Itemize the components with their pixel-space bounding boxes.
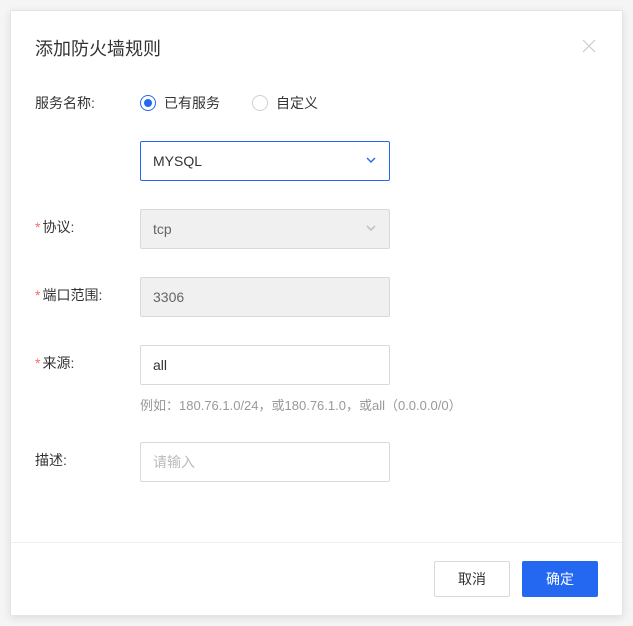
label-empty bbox=[35, 141, 140, 149]
modal-title: 添加防火墙规则 bbox=[35, 35, 161, 61]
row-protocol: 协议: tcp bbox=[35, 209, 598, 249]
description-input-wrapper[interactable] bbox=[140, 442, 390, 482]
radio-label-custom: 自定义 bbox=[276, 93, 318, 113]
radio-circle-checked bbox=[140, 95, 156, 111]
radio-custom-service[interactable]: 自定义 bbox=[252, 93, 318, 113]
protocol-select-value: tcp bbox=[153, 221, 172, 237]
radio-existing-service[interactable]: 已有服务 bbox=[140, 93, 220, 113]
chevron-down-icon bbox=[365, 153, 377, 169]
label-service-name: 服务名称: bbox=[35, 85, 140, 113]
service-type-radio-group: 已有服务 自定义 bbox=[140, 85, 598, 113]
row-source: 来源: bbox=[35, 345, 598, 385]
close-icon bbox=[582, 39, 596, 53]
label-port-range: 端口范围: bbox=[35, 277, 140, 305]
modal-header: 添加防火墙规则 bbox=[11, 11, 622, 61]
chevron-down-icon bbox=[365, 221, 377, 237]
cancel-button[interactable]: 取消 bbox=[434, 561, 510, 597]
row-service-select: MYSQL bbox=[35, 141, 598, 181]
protocol-select: tcp bbox=[140, 209, 390, 249]
port-range-input-wrapper bbox=[140, 277, 390, 317]
label-source: 来源: bbox=[35, 345, 140, 373]
confirm-button[interactable]: 确定 bbox=[522, 561, 598, 597]
source-input-wrapper[interactable] bbox=[140, 345, 390, 385]
radio-circle-unchecked bbox=[252, 95, 268, 111]
row-source-hint: 例如：180.76.1.0/24，或180.76.1.0，或all（0.0.0.… bbox=[35, 395, 598, 414]
row-port-range: 端口范围: bbox=[35, 277, 598, 317]
service-select[interactable]: MYSQL bbox=[140, 141, 390, 181]
modal-body: 服务名称: 已有服务 自定义 MYSQL bbox=[11, 61, 622, 482]
port-range-input bbox=[153, 289, 377, 305]
label-description: 描述: bbox=[35, 442, 140, 470]
modal-footer: 取消 确定 bbox=[11, 542, 622, 615]
radio-label-existing: 已有服务 bbox=[164, 93, 220, 113]
add-firewall-rule-modal: 添加防火墙规则 服务名称: 已有服务 自定义 bbox=[10, 10, 623, 616]
source-input[interactable] bbox=[153, 357, 377, 373]
service-select-value: MYSQL bbox=[153, 153, 202, 169]
source-hint-text: 例如：180.76.1.0/24，或180.76.1.0，或all（0.0.0.… bbox=[140, 395, 462, 414]
close-button[interactable] bbox=[580, 35, 598, 59]
label-protocol: 协议: bbox=[35, 209, 140, 237]
description-input[interactable] bbox=[153, 454, 377, 470]
row-description: 描述: bbox=[35, 442, 598, 482]
row-service-name: 服务名称: 已有服务 自定义 bbox=[35, 85, 598, 113]
